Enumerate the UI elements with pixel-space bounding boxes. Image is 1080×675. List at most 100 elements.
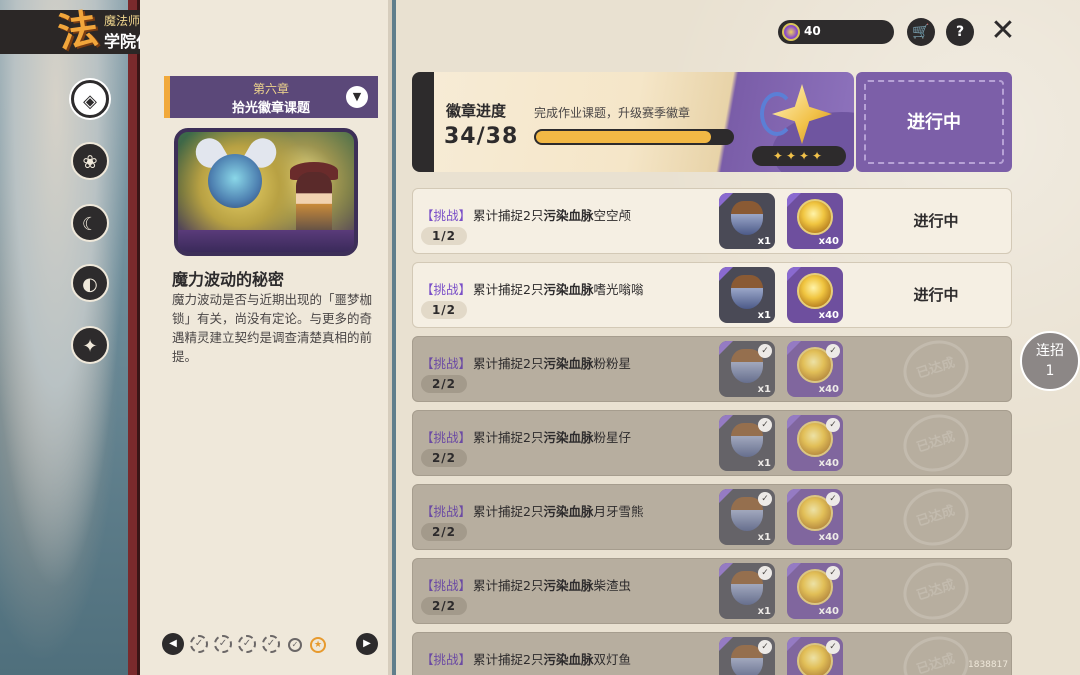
- current-page-star-icon[interactable]: ★: [310, 637, 326, 653]
- app-logo: 法: [54, 4, 102, 57]
- badge-progress-hint: 完成作业课题，升级赛季徽章: [534, 106, 691, 120]
- claimed-check-icon: ✓: [758, 566, 772, 580]
- task-text: 累计捕捉2只污染血脉粉星仔: [473, 427, 631, 446]
- task-prefix: 累计捕捉2只: [473, 652, 544, 667]
- task-keyword: 污染血脉: [543, 652, 594, 667]
- reward-corner: [787, 193, 801, 207]
- task-target: 双灯鱼: [593, 652, 631, 667]
- gold-coin-icon: [797, 273, 833, 309]
- claimed-check-icon: ✓: [758, 640, 772, 654]
- reward-coin[interactable]: ✓ x40: [787, 489, 843, 545]
- moon-star-icon[interactable]: ☾: [71, 204, 109, 242]
- task-row[interactable]: 【挑战】 累计捕捉2只污染血脉嗜光嗡嗡 1/2 x1 x40 进行中: [412, 262, 1012, 328]
- task-row[interactable]: 【挑战】 累计捕捉2只污染血脉双灯鱼 ✓ ✓ 已达成: [412, 628, 1012, 675]
- page-dot-icon[interactable]: ✓: [214, 635, 232, 653]
- completed-seal: 已达成: [895, 406, 977, 480]
- next-page-button[interactable]: ▶: [356, 633, 378, 655]
- season-badge-emblem[interactable]: [758, 84, 838, 154]
- page-dot-icon[interactable]: ✓: [288, 638, 302, 652]
- reward-corner: [787, 489, 801, 503]
- combo-label: 连招: [1036, 343, 1064, 359]
- reward-acorn[interactable]: ✓: [719, 637, 775, 675]
- task-target: 柴渣虫: [593, 578, 631, 593]
- task-row[interactable]: 【挑战】 累计捕捉2只污染血脉粉粉星 2/2 ✓ x1 ✓ x40 已达成: [412, 332, 1012, 406]
- badge-status-stamp: 进行中: [856, 72, 1012, 172]
- task-target: 月牙雪熊: [593, 504, 644, 519]
- gold-coin-icon: [797, 199, 833, 235]
- page-dot-icon[interactable]: ✓: [238, 635, 256, 653]
- claimed-check-icon: ✓: [826, 418, 840, 432]
- reward-acorn[interactable]: x1: [719, 267, 775, 323]
- reward-corner: [787, 637, 801, 651]
- task-prefix: 累计捕捉2只: [473, 356, 544, 371]
- chapter-header[interactable]: 第六章 拾光徽章课题 ▼: [164, 76, 378, 118]
- reward-coin[interactable]: ✓: [787, 637, 843, 675]
- reward-acorn[interactable]: x1: [719, 193, 775, 249]
- book-spine: [128, 0, 140, 675]
- task-row[interactable]: 【挑战】 累计捕捉2只污染血脉月牙雪熊 2/2 ✓ x1 ✓ x40 已达成: [412, 480, 1012, 554]
- story-illustration: [174, 128, 358, 256]
- task-row[interactable]: 【挑战】 累计捕捉2只污染血脉空空颅 1/2 x1 x40 进行中: [412, 188, 1012, 254]
- shop-cart-icon[interactable]: 🛒: [907, 18, 935, 46]
- badge-rank-stars: ✦✦✦✦: [752, 146, 846, 166]
- compass-book-icon[interactable]: ◈: [71, 80, 109, 118]
- reward-acorn[interactable]: ✓ x1: [719, 563, 775, 619]
- combo-button[interactable]: 连招 1: [1020, 331, 1080, 391]
- reward-quantity: x1: [757, 236, 771, 247]
- claimed-check-icon: ✓: [758, 418, 772, 432]
- page-dot-icon[interactable]: ✓: [262, 635, 280, 653]
- reward-corner: [719, 341, 733, 355]
- task-keyword: 污染血脉: [543, 578, 594, 593]
- task-prefix: 累计捕捉2只: [473, 504, 544, 519]
- completed-seal: 已达成: [895, 332, 977, 406]
- reward-coin[interactable]: x40: [787, 193, 843, 249]
- reward-coin[interactable]: ✓ x40: [787, 563, 843, 619]
- claimed-check-icon: ✓: [826, 492, 840, 506]
- reward-corner: [787, 341, 801, 355]
- build-id: 1838817: [968, 660, 1009, 670]
- reward-acorn[interactable]: ✓ x1: [719, 341, 775, 397]
- task-status: 进行中: [913, 212, 959, 230]
- task-status: 进行中: [913, 286, 959, 304]
- crescent-orb-icon[interactable]: ◐: [71, 264, 109, 302]
- reward-quantity: x40: [818, 532, 839, 543]
- task-text: 累计捕捉2只污染血脉月牙雪熊: [473, 501, 643, 520]
- task-keyword: 污染血脉: [543, 504, 594, 519]
- reward-corner: [719, 489, 733, 503]
- reward-corner: [719, 193, 733, 207]
- page-dot-icon[interactable]: ✓: [190, 635, 208, 653]
- reward-coin[interactable]: x40: [787, 267, 843, 323]
- task-target: 嗜光嗡嗡: [593, 282, 644, 297]
- creature-figure: [208, 154, 262, 208]
- creature-book-icon[interactable]: ❀: [71, 142, 109, 180]
- task-tag: 【挑战】: [421, 578, 472, 593]
- task-target: 粉星仔: [593, 430, 631, 445]
- reward-acorn[interactable]: ✓ x1: [719, 489, 775, 545]
- task-tag: 【挑战】: [421, 208, 472, 223]
- task-progress: 1/2: [421, 227, 467, 245]
- acorn-item-icon: [731, 201, 763, 235]
- star-ticket-icon[interactable]: ✦: [71, 326, 109, 364]
- task-text: 累计捕捉2只污染血脉双灯鱼: [473, 649, 631, 668]
- task-target: 粉粉星: [593, 356, 631, 371]
- reward-coin[interactable]: ✓ x40: [787, 415, 843, 471]
- task-tag: 【挑战】: [421, 356, 472, 371]
- close-icon[interactable]: ✕: [988, 16, 1018, 46]
- gem-coin-icon: [782, 23, 800, 41]
- world-background: [0, 0, 140, 675]
- task-row[interactable]: 【挑战】 累计捕捉2只污染血脉柴渣虫 2/2 ✓ x1 ✓ x40 已达成: [412, 554, 1012, 628]
- reward-acorn[interactable]: ✓ x1: [719, 415, 775, 471]
- completed-seal: 已达成: [895, 628, 977, 675]
- chevron-down-icon[interactable]: ▼: [346, 86, 368, 108]
- task-text: 累计捕捉2只污染血脉柴渣虫: [473, 575, 631, 594]
- reward-quantity: x1: [757, 310, 771, 321]
- task-target: 空空颅: [593, 208, 631, 223]
- help-icon[interactable]: ?: [946, 18, 974, 46]
- ground: [178, 230, 354, 252]
- prev-page-button[interactable]: ◀: [162, 633, 184, 655]
- task-prefix: 累计捕捉2只: [473, 282, 544, 297]
- reward-coin[interactable]: ✓ x40: [787, 341, 843, 397]
- badge-progress-label: 徽章进度: [446, 102, 507, 120]
- task-row[interactable]: 【挑战】 累计捕捉2只污染血脉粉星仔 2/2 ✓ x1 ✓ x40 已达成: [412, 406, 1012, 480]
- reward-quantity: x1: [757, 532, 771, 543]
